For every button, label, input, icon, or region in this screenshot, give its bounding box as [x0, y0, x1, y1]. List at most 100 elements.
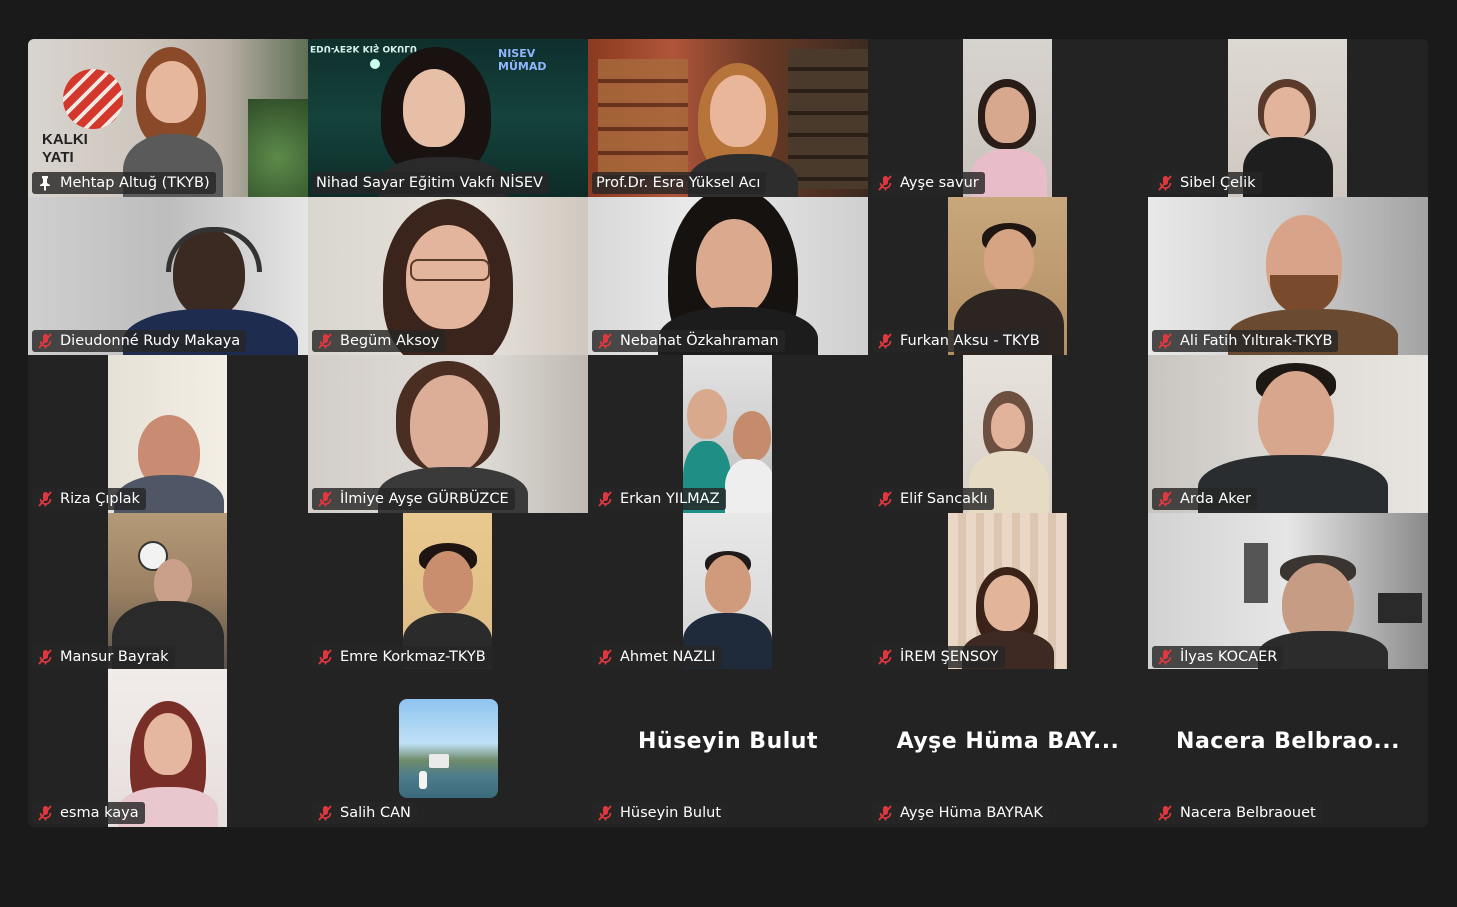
mic-muted-icon [1156, 174, 1174, 192]
participant-name: esma kaya [60, 805, 139, 821]
participant-name: İREM ŞENSOY [900, 649, 999, 665]
participant-name-label: Hüseyin Bulut [592, 802, 728, 824]
mic-muted-icon [316, 490, 334, 508]
participant-tile[interactable]: KALKI YATI Mehtap Altuğ (TKYB) [28, 39, 308, 197]
participant-name-label: Arda Aker [1152, 488, 1258, 510]
mic-muted-icon [596, 490, 614, 508]
logo-mark [63, 69, 123, 129]
participant-name-label: Mehtap Altuğ (TKYB) [32, 172, 216, 194]
participant-tile[interactable]: Furkan Aksu - TKYB [868, 197, 1148, 355]
participant-name-label: Erkan YILMAZ [592, 488, 726, 510]
participant-tile[interactable]: İlyas KOCAER [1148, 513, 1428, 671]
participant-display-name: Ayşe Hüma BAY... [896, 729, 1120, 754]
participant-name-label: Elif Sancaklı [872, 488, 994, 510]
mic-muted-icon [1156, 332, 1174, 350]
participant-tile[interactable]: Sibel Çelik [1148, 39, 1428, 197]
participant-tile[interactable]: İlmiye Ayşe GÜRBÜZCE [308, 355, 588, 513]
participant-name: Prof.Dr. Esra Yüksel Acı [596, 175, 761, 191]
participant-name-label: Salih CAN [312, 802, 417, 824]
participant-tile[interactable]: Salih CAN [308, 669, 588, 827]
mic-muted-icon [876, 490, 894, 508]
logo-text: KALKI YATI [42, 131, 88, 166]
participant-tile[interactable]: Elif Sancaklı [868, 355, 1148, 513]
participant-tile[interactable]: Begüm Aksoy [308, 197, 588, 355]
participant-name: Nebahat Özkahraman [620, 333, 779, 349]
participant-name: Mehtap Altuğ (TKYB) [60, 175, 210, 191]
participant-name-label: Ayşe savur [872, 172, 985, 194]
mic-muted-icon [876, 174, 894, 192]
participant-name-label: Ali Fatih Yıltırak-TKYB [1152, 330, 1339, 352]
mic-muted-icon [316, 804, 334, 822]
participant-tile[interactable]: EDU-YESK KIŞ OKULU NISEV MÜMAD Nihad Say… [308, 39, 588, 197]
participant-name: Ali Fatih Yıltırak-TKYB [1180, 333, 1333, 349]
participant-tile[interactable]: Ali Fatih Yıltırak-TKYB [1148, 197, 1428, 355]
participant-name-label: Sibel Çelik [1152, 172, 1262, 194]
participant-name: Riza Çıplak [60, 491, 140, 507]
participant-tile[interactable]: Ayşe savur [868, 39, 1148, 197]
participant-name: Erkan YILMAZ [620, 491, 720, 507]
participant-name: Arda Aker [1180, 491, 1252, 507]
participant-name-label: Ahmet NAZLI [592, 646, 722, 668]
participant-display-name: Nacera Belbrao... [1176, 729, 1400, 754]
participant-name: Hüseyin Bulut [620, 805, 722, 821]
participant-name: Elif Sancaklı [900, 491, 988, 507]
participant-name: Begüm Aksoy [340, 333, 440, 349]
participant-name-label: İlyas KOCAER [1152, 646, 1284, 668]
participant-name-label: Nacera Belbraouet [1152, 802, 1322, 824]
participant-gallery: KALKI YATI Mehtap Altuğ (TKYB) EDU-YESK … [28, 39, 1428, 827]
participant-tile[interactable]: Nebahat Özkahraman [588, 197, 868, 355]
participant-name-label: Prof.Dr. Esra Yüksel Acı [592, 172, 767, 194]
participant-tile[interactable]: Ayşe Hüma BAY... Ayşe Hüma BAYRAK [868, 669, 1148, 827]
participant-tile[interactable]: Dieudonné Rudy Makaya [28, 197, 308, 355]
mic-muted-icon [1156, 804, 1174, 822]
participant-name-label: Ayşe Hüma BAYRAK [872, 802, 1049, 824]
participant-name: Ahmet NAZLI [620, 649, 716, 665]
mic-muted-icon [876, 648, 894, 666]
participant-name-label: Furkan Aksu - TKYB [872, 330, 1046, 352]
participant-tile[interactable]: Riza Çıplak [28, 355, 308, 513]
participant-name: Salih CAN [340, 805, 411, 821]
participant-name-label: İlmiye Ayşe GÜRBÜZCE [312, 488, 515, 510]
participant-name-label: Mansur Bayrak [32, 646, 175, 668]
participant-tile[interactable]: Ahmet NAZLI [588, 513, 868, 671]
participant-display-name: Hüseyin Bulut [638, 729, 818, 754]
participant-name-label: Dieudonné Rudy Makaya [32, 330, 247, 352]
participant-tile[interactable]: Nacera Belbrao... Nacera Belbraouet [1148, 669, 1428, 827]
participant-tile[interactable]: Erkan YILMAZ [588, 355, 868, 513]
participant-name-label: İREM ŞENSOY [872, 646, 1005, 668]
profile-picture [399, 699, 498, 798]
participant-name: Ayşe savur [900, 175, 979, 191]
participant-name-label: Begüm Aksoy [312, 330, 446, 352]
participant-name-label: Riza Çıplak [32, 488, 146, 510]
mic-muted-icon [876, 804, 894, 822]
mic-muted-icon [36, 804, 54, 822]
participant-tile[interactable]: Prof.Dr. Esra Yüksel Acı [588, 39, 868, 197]
pin-icon [36, 174, 54, 192]
participant-name: İlyas KOCAER [1180, 649, 1278, 665]
participant-name: Ayşe Hüma BAYRAK [900, 805, 1043, 821]
meeting-window: KALKI YATI Mehtap Altuğ (TKYB) EDU-YESK … [0, 0, 1457, 907]
participant-tile[interactable]: İREM ŞENSOY [868, 513, 1148, 671]
mic-muted-icon [36, 332, 54, 350]
participant-name: Furkan Aksu - TKYB [900, 333, 1040, 349]
participant-tile[interactable]: Arda Aker [1148, 355, 1428, 513]
mic-muted-icon [316, 332, 334, 350]
mic-muted-icon [36, 648, 54, 666]
participant-name-label: esma kaya [32, 802, 145, 824]
participant-name-label: Nebahat Özkahraman [592, 330, 785, 352]
mic-muted-icon [1156, 648, 1174, 666]
participant-name: Mansur Bayrak [60, 649, 169, 665]
participant-name: Emre Korkmaz-TKYB [340, 649, 486, 665]
participant-tile[interactable]: Hüseyin Bulut Hüseyin Bulut [588, 669, 868, 827]
mic-muted-icon [876, 332, 894, 350]
participant-tile[interactable]: esma kaya [28, 669, 308, 827]
participant-name: Dieudonné Rudy Makaya [60, 333, 241, 349]
mic-muted-icon [596, 332, 614, 350]
mic-muted-icon [316, 648, 334, 666]
mic-muted-icon [596, 804, 614, 822]
mic-muted-icon [1156, 490, 1174, 508]
participant-tile[interactable]: Emre Korkmaz-TKYB [308, 513, 588, 671]
participant-name: Nacera Belbraouet [1180, 805, 1316, 821]
participant-name-label: Nihad Sayar Eğitim Vakfı NİSEV [312, 172, 549, 194]
participant-tile[interactable]: Mansur Bayrak [28, 513, 308, 671]
